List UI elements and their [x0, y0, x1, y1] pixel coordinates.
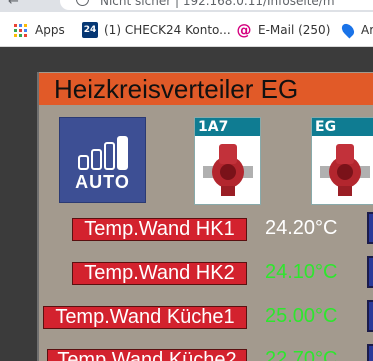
bookmark-email[interactable]: @ E-Mail (250): [236, 21, 331, 39]
edge-button-kueche1[interactable]: [367, 300, 373, 332]
bookmark-apps[interactable]: Apps: [14, 21, 65, 39]
pump-1a7-button[interactable]: 1A7: [194, 117, 261, 205]
bookmarks-bar: Apps 24 (1) CHECK24 Konto... @ E-Mail (2…: [0, 12, 373, 47]
signal-bars-icon: [78, 136, 128, 170]
temp-label-hk1: Temp.Wand HK1: [72, 218, 247, 241]
bookmark-label: (1) CHECK24 Konto...: [104, 23, 231, 37]
bookmark-label: E-Mail (250): [258, 23, 331, 37]
email-at-icon: @: [236, 21, 252, 39]
temp-value-hk2: 24.10°C: [265, 261, 338, 283]
pump-label: 1A7: [195, 118, 260, 136]
address-text[interactable]: Nicht sicher | 192.168.0.11/Infoseite/m: [100, 0, 335, 8]
auto-mode-button[interactable]: AUTO: [59, 117, 146, 203]
edge-button-hk2[interactable]: [367, 256, 373, 288]
circulation-pump-icon: [203, 144, 253, 196]
bookmark-maps[interactable]: Ar: [339, 21, 373, 39]
temp-label-kueche1: Temp.Wand Küche1: [43, 306, 247, 329]
temp-label-hk2: Temp.Wand HK2: [72, 262, 247, 285]
back-arrow-icon[interactable]: ←: [8, 0, 19, 9]
pump-eg-button[interactable]: EG: [311, 117, 373, 205]
edge-button-hk1[interactable]: [367, 212, 373, 244]
temp-value-kueche1: 25.00°C: [265, 305, 338, 327]
panel-title: Heizkreisverteiler EG: [54, 74, 299, 104]
address-bar-strip: ← Nicht sicher | 192.168.0.11/Infoseite/…: [0, 0, 373, 12]
apps-grid-icon: [14, 23, 27, 37]
bookmark-label: Ar: [361, 23, 373, 37]
maps-pin-icon: [339, 21, 357, 39]
bookmark-check24[interactable]: 24 (1) CHECK24 Konto...: [82, 21, 231, 39]
bookmark-label: Apps: [35, 23, 65, 37]
pump-label: EG: [312, 118, 373, 136]
temp-value-hk1: 24.20°C: [265, 217, 338, 239]
temp-label-kueche2: Temp.Wand Küche2: [47, 349, 247, 361]
circulation-pump-icon: [320, 144, 370, 196]
auto-label: AUTO: [75, 172, 130, 192]
check24-icon: 24: [82, 22, 98, 38]
edge-button-kueche2[interactable]: [367, 344, 373, 361]
temp-value-kueche2: 22.70°C: [265, 348, 338, 361]
